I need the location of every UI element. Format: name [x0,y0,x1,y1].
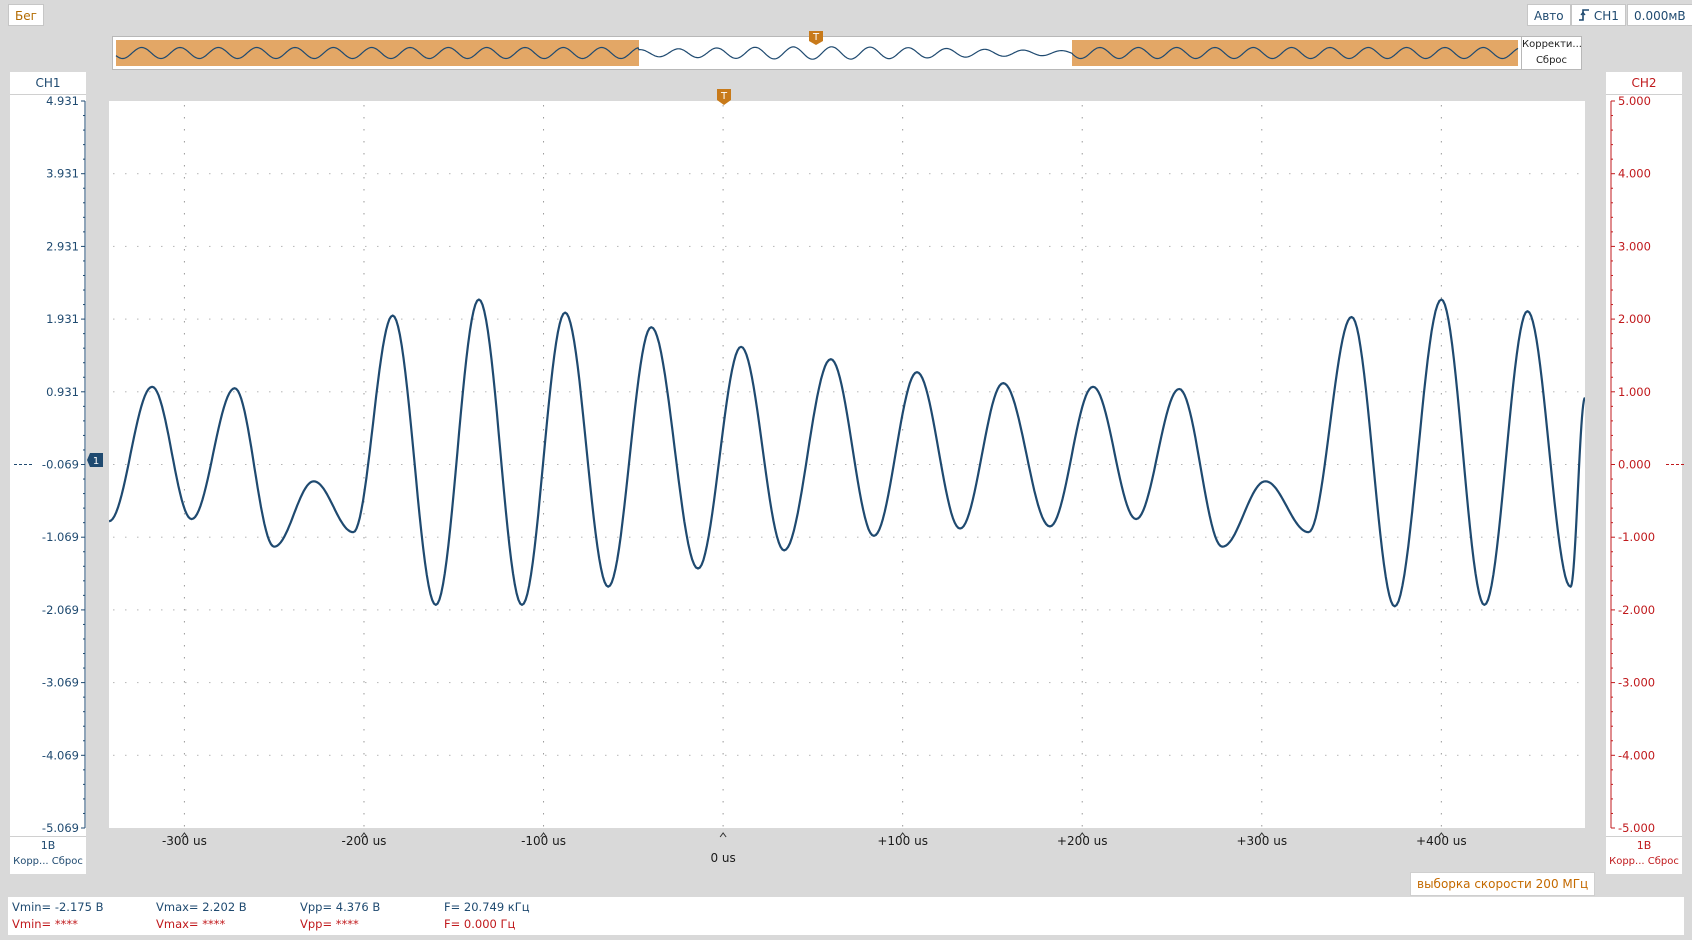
ch1-reset-label[interactable]: Сброс [52,856,83,867]
overview-trigger-marker[interactable]: T [808,30,824,46]
ch2-frequency: F= 0.000 Гц [444,917,516,931]
ch2-axis-panel: CH2 1В Корр... Сброс [1606,72,1682,874]
ch1-reset[interactable]: Корр... Сброс [10,854,86,870]
ch2-reset-label[interactable]: Сброс [1648,856,1679,867]
waveform-display[interactable] [109,101,1585,828]
time-tick-label: +400 us [1416,834,1467,848]
svg-text:T: T [720,91,728,102]
trigger-flag-icon: T [809,31,823,45]
ch1-waveform[interactable] [109,298,1585,608]
trigger-flag-icon: T [717,89,731,105]
trigger-channel-button[interactable]: CH1 [1571,4,1626,26]
time-tick-label: -100 us [521,834,566,848]
overview-shade-right [1072,40,1518,66]
ch1-marker-icon: 1 [87,453,103,467]
ch1-vpp: Vpp= 4.376 В [300,900,381,914]
time-tick-label: -200 us [342,834,387,848]
ch2-vpp: Vpp= **** [300,917,359,931]
svg-text:1: 1 [93,456,99,467]
time-tick-label: +100 us [877,834,928,848]
ch2-corr-label[interactable]: Корр... [1609,856,1644,867]
time-tick-label: 0 us [710,851,735,865]
ch2-vmin: Vmin= **** [12,917,78,931]
ch1-axis-panel: CH1 1В Корр... Сброс [10,72,86,874]
overview-correct-button[interactable]: Корректи... [1522,37,1582,53]
trigger-mode-button[interactable]: Авто [1527,4,1571,26]
time-tick-label: +200 us [1057,834,1108,848]
sample-rate-label: выборка скорости 200 МГц [1410,872,1596,896]
ch1-scale[interactable]: 1В [10,836,86,855]
ch1-offset-marker[interactable]: 1 [86,452,104,468]
run-button[interactable]: Бег [8,4,44,26]
ch2-label[interactable]: CH2 [1606,72,1682,95]
ch2-reset[interactable]: Корр... Сброс [1606,854,1682,870]
rising-edge-icon [1579,9,1589,21]
ch1-frequency: F= 20.749 кГц [444,900,530,914]
time-tick-label: +300 us [1236,834,1287,848]
trigger-channel-label: CH1 [1593,9,1619,23]
overview-shade-left [116,40,639,66]
ch1-vmax: Vmax= 2.202 В [156,900,247,914]
ch1-vmin: Vmin= -2.175 В [12,900,104,914]
grid [113,105,1579,827]
overview-panel: Корректи... Сброс [1522,36,1582,70]
waveform-plot [109,105,1585,827]
ch2-scale[interactable]: 1В [1606,836,1682,855]
ch2-vmax: Vmax= **** [156,917,226,931]
trigger-position-marker[interactable]: T [716,88,732,106]
ch1-label[interactable]: CH1 [10,72,86,95]
time-tick-label: -300 us [162,834,207,848]
measurements-panel: Vmin= -2.175 В Vmax= 2.202 В Vpp= 4.376 … [8,897,1684,935]
overview-reset-button[interactable]: Сброс [1522,53,1581,69]
ch1-corr-label[interactable]: Корр... [13,856,48,867]
trigger-level-button[interactable]: 0.000мВ [1627,4,1692,26]
svg-text:T: T [812,32,820,43]
